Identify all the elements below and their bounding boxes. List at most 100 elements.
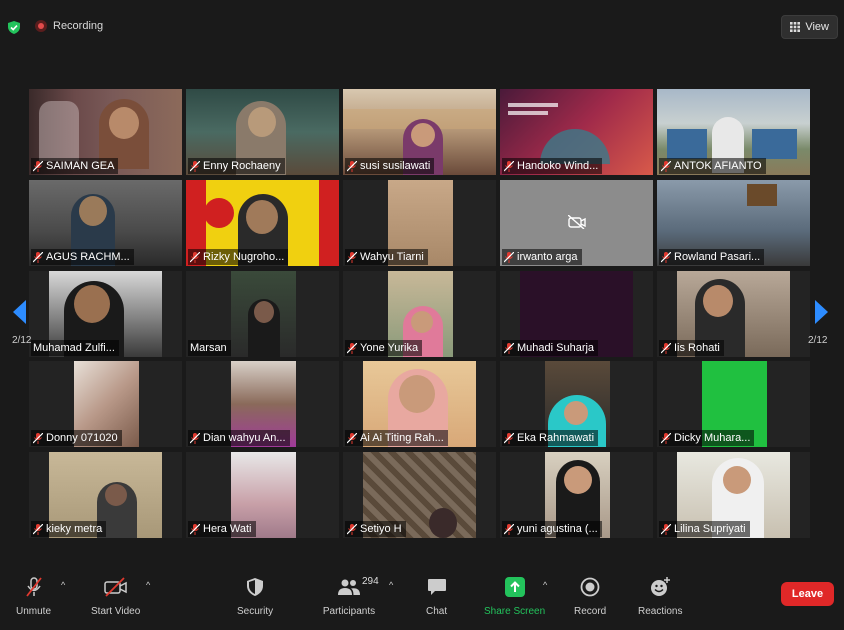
share-screen-button[interactable]: Share Screen [484, 576, 545, 617]
participant-name-tag: Iis Rohati [659, 340, 724, 356]
video-tile[interactable]: AGUS RACHM... [29, 180, 182, 266]
start-video-button[interactable]: Start Video [91, 576, 140, 617]
mic-off-icon [504, 160, 514, 172]
mic-off-icon [661, 160, 671, 172]
mic-off-icon [190, 523, 200, 535]
view-button[interactable]: View [781, 15, 838, 39]
video-tile[interactable]: Setiyo H [343, 452, 496, 538]
mic-off-icon [661, 342, 671, 354]
leave-button[interactable]: Leave [781, 582, 834, 606]
share-screen-label: Share Screen [484, 606, 546, 617]
video-tile[interactable]: Ai Ai Titing Rah... [343, 361, 496, 447]
video-tile[interactable]: Eka Rahmawati [500, 361, 653, 447]
participant-name-tag: Rizky Nugroho... [188, 249, 289, 265]
recording-indicator[interactable]: Recording [35, 20, 103, 32]
page-indicator-left: 2/12 [12, 335, 32, 346]
next-page-arrow-icon[interactable] [815, 300, 828, 324]
video-tile[interactable]: susi susilawati [343, 89, 496, 175]
participant-name-tag: ANTOK AFIANTO [659, 158, 766, 174]
security-label: Security [237, 606, 274, 617]
previous-page-arrow-icon[interactable] [13, 300, 26, 324]
mic-off-icon [347, 251, 357, 263]
encryption-shield-icon[interactable] [8, 21, 20, 34]
mic-off-icon [504, 432, 514, 444]
grid-view-icon [790, 22, 801, 32]
mic-off-icon [33, 251, 43, 263]
mic-off-icon [33, 523, 43, 535]
participant-name-tag: Eka Rahmawati [502, 430, 599, 446]
video-tile[interactable]: Muhadi Suharja [500, 271, 653, 357]
participants-button[interactable]: 294 Participants [320, 576, 379, 617]
video-tile[interactable]: ANTOK AFIANTO [657, 89, 810, 175]
video-tile[interactable]: Rizky Nugroho... [186, 180, 339, 266]
video-tile[interactable]: irwanto arga [500, 180, 653, 266]
participant-name: Rizky Nugroho... [203, 251, 285, 263]
recording-label: Recording [53, 20, 104, 32]
participants-options-caret-icon[interactable]: ^ [389, 580, 393, 590]
participant-name-tag: Marsan [188, 340, 231, 356]
share-arrow-icon [504, 577, 525, 597]
video-tile[interactable]: SAIMAN GEA [29, 89, 182, 175]
video-options-caret-icon[interactable]: ^ [146, 580, 150, 590]
participant-name-tag: Enny Rochaeny [188, 158, 285, 174]
participant-name-tag: irwanto arga [502, 249, 582, 265]
participant-name: kieky metra [46, 523, 103, 535]
audio-options-caret-icon[interactable]: ^ [61, 580, 65, 590]
participant-name-tag: kieky metra [31, 521, 107, 537]
video-tile[interactable]: kieky metra [29, 452, 182, 538]
mic-off-icon [33, 160, 43, 172]
participant-name-tag: Ai Ai Titing Rah... [345, 430, 448, 446]
mic-off-icon [661, 523, 671, 535]
page-indicator-right: 2/12 [808, 335, 828, 346]
video-tile[interactable]: Donny 071020 [29, 361, 182, 447]
participant-name-tag: Rowland Pasari... [659, 249, 765, 265]
mic-off-icon [661, 251, 671, 263]
participant-name-tag: Dian wahyu An... [188, 430, 290, 446]
mic-off-icon [347, 432, 357, 444]
reactions-button[interactable]: Reactions [638, 576, 682, 617]
video-tile[interactable]: Dian wahyu An... [186, 361, 339, 447]
video-tile[interactable]: Yone Yurika [343, 271, 496, 357]
participant-name-tag: AGUS RACHM... [31, 249, 134, 265]
unmute-button[interactable]: Unmute [16, 576, 51, 617]
participant-name: Rowland Pasari... [674, 251, 761, 263]
video-tile[interactable]: Iis Rohati [657, 271, 810, 357]
participant-name: Donny 071020 [46, 432, 118, 444]
video-tile[interactable]: Hera Wati [186, 452, 339, 538]
mic-off-icon [347, 523, 357, 535]
chat-button[interactable]: Chat [426, 576, 447, 617]
video-tile[interactable]: Handoko Wind... [500, 89, 653, 175]
chat-label: Chat [426, 606, 448, 617]
mic-off-icon [504, 251, 514, 263]
emoji-add-icon [651, 577, 671, 596]
video-tile[interactable]: Enny Rochaeny [186, 89, 339, 175]
share-options-caret-icon[interactable]: ^ [543, 580, 547, 590]
participant-name: Yone Yurika [360, 342, 419, 354]
start-video-label: Start Video [91, 606, 141, 617]
camera-off-icon [568, 215, 586, 229]
video-tile[interactable]: Wahyu Tiarni [343, 180, 496, 266]
mic-off-icon [504, 523, 514, 535]
participant-name: Eka Rahmawati [517, 432, 595, 444]
video-tile[interactable]: Rowland Pasari... [657, 180, 810, 266]
participant-name-tag: Dicky Muhara... [659, 430, 755, 446]
video-tile[interactable]: Dicky Muhara... [657, 361, 810, 447]
record-icon [580, 577, 600, 597]
video-tile[interactable]: Muhamad Zulfi... [29, 271, 182, 357]
video-tile[interactable]: Marsan [186, 271, 339, 357]
participant-name: susi susilawati [360, 160, 431, 172]
security-shield-icon [247, 578, 264, 596]
video-tile[interactable]: yuni agustina (... [500, 452, 653, 538]
participant-name: Setiyo H [360, 523, 402, 535]
security-button[interactable]: Security [237, 576, 273, 617]
participant-name-tag: Handoko Wind... [502, 158, 603, 174]
mic-off-icon [33, 432, 43, 444]
participant-name-tag: Lilina Supriyati [659, 521, 750, 537]
record-button[interactable]: Record [574, 576, 606, 617]
participant-name: AGUS RACHM... [46, 251, 130, 263]
mic-off-icon [347, 342, 357, 354]
video-tile[interactable]: Lilina Supriyati [657, 452, 810, 538]
reactions-label: Reactions [638, 606, 683, 617]
mic-off-icon [504, 342, 514, 354]
participant-name-tag: Muhadi Suharja [502, 340, 599, 356]
